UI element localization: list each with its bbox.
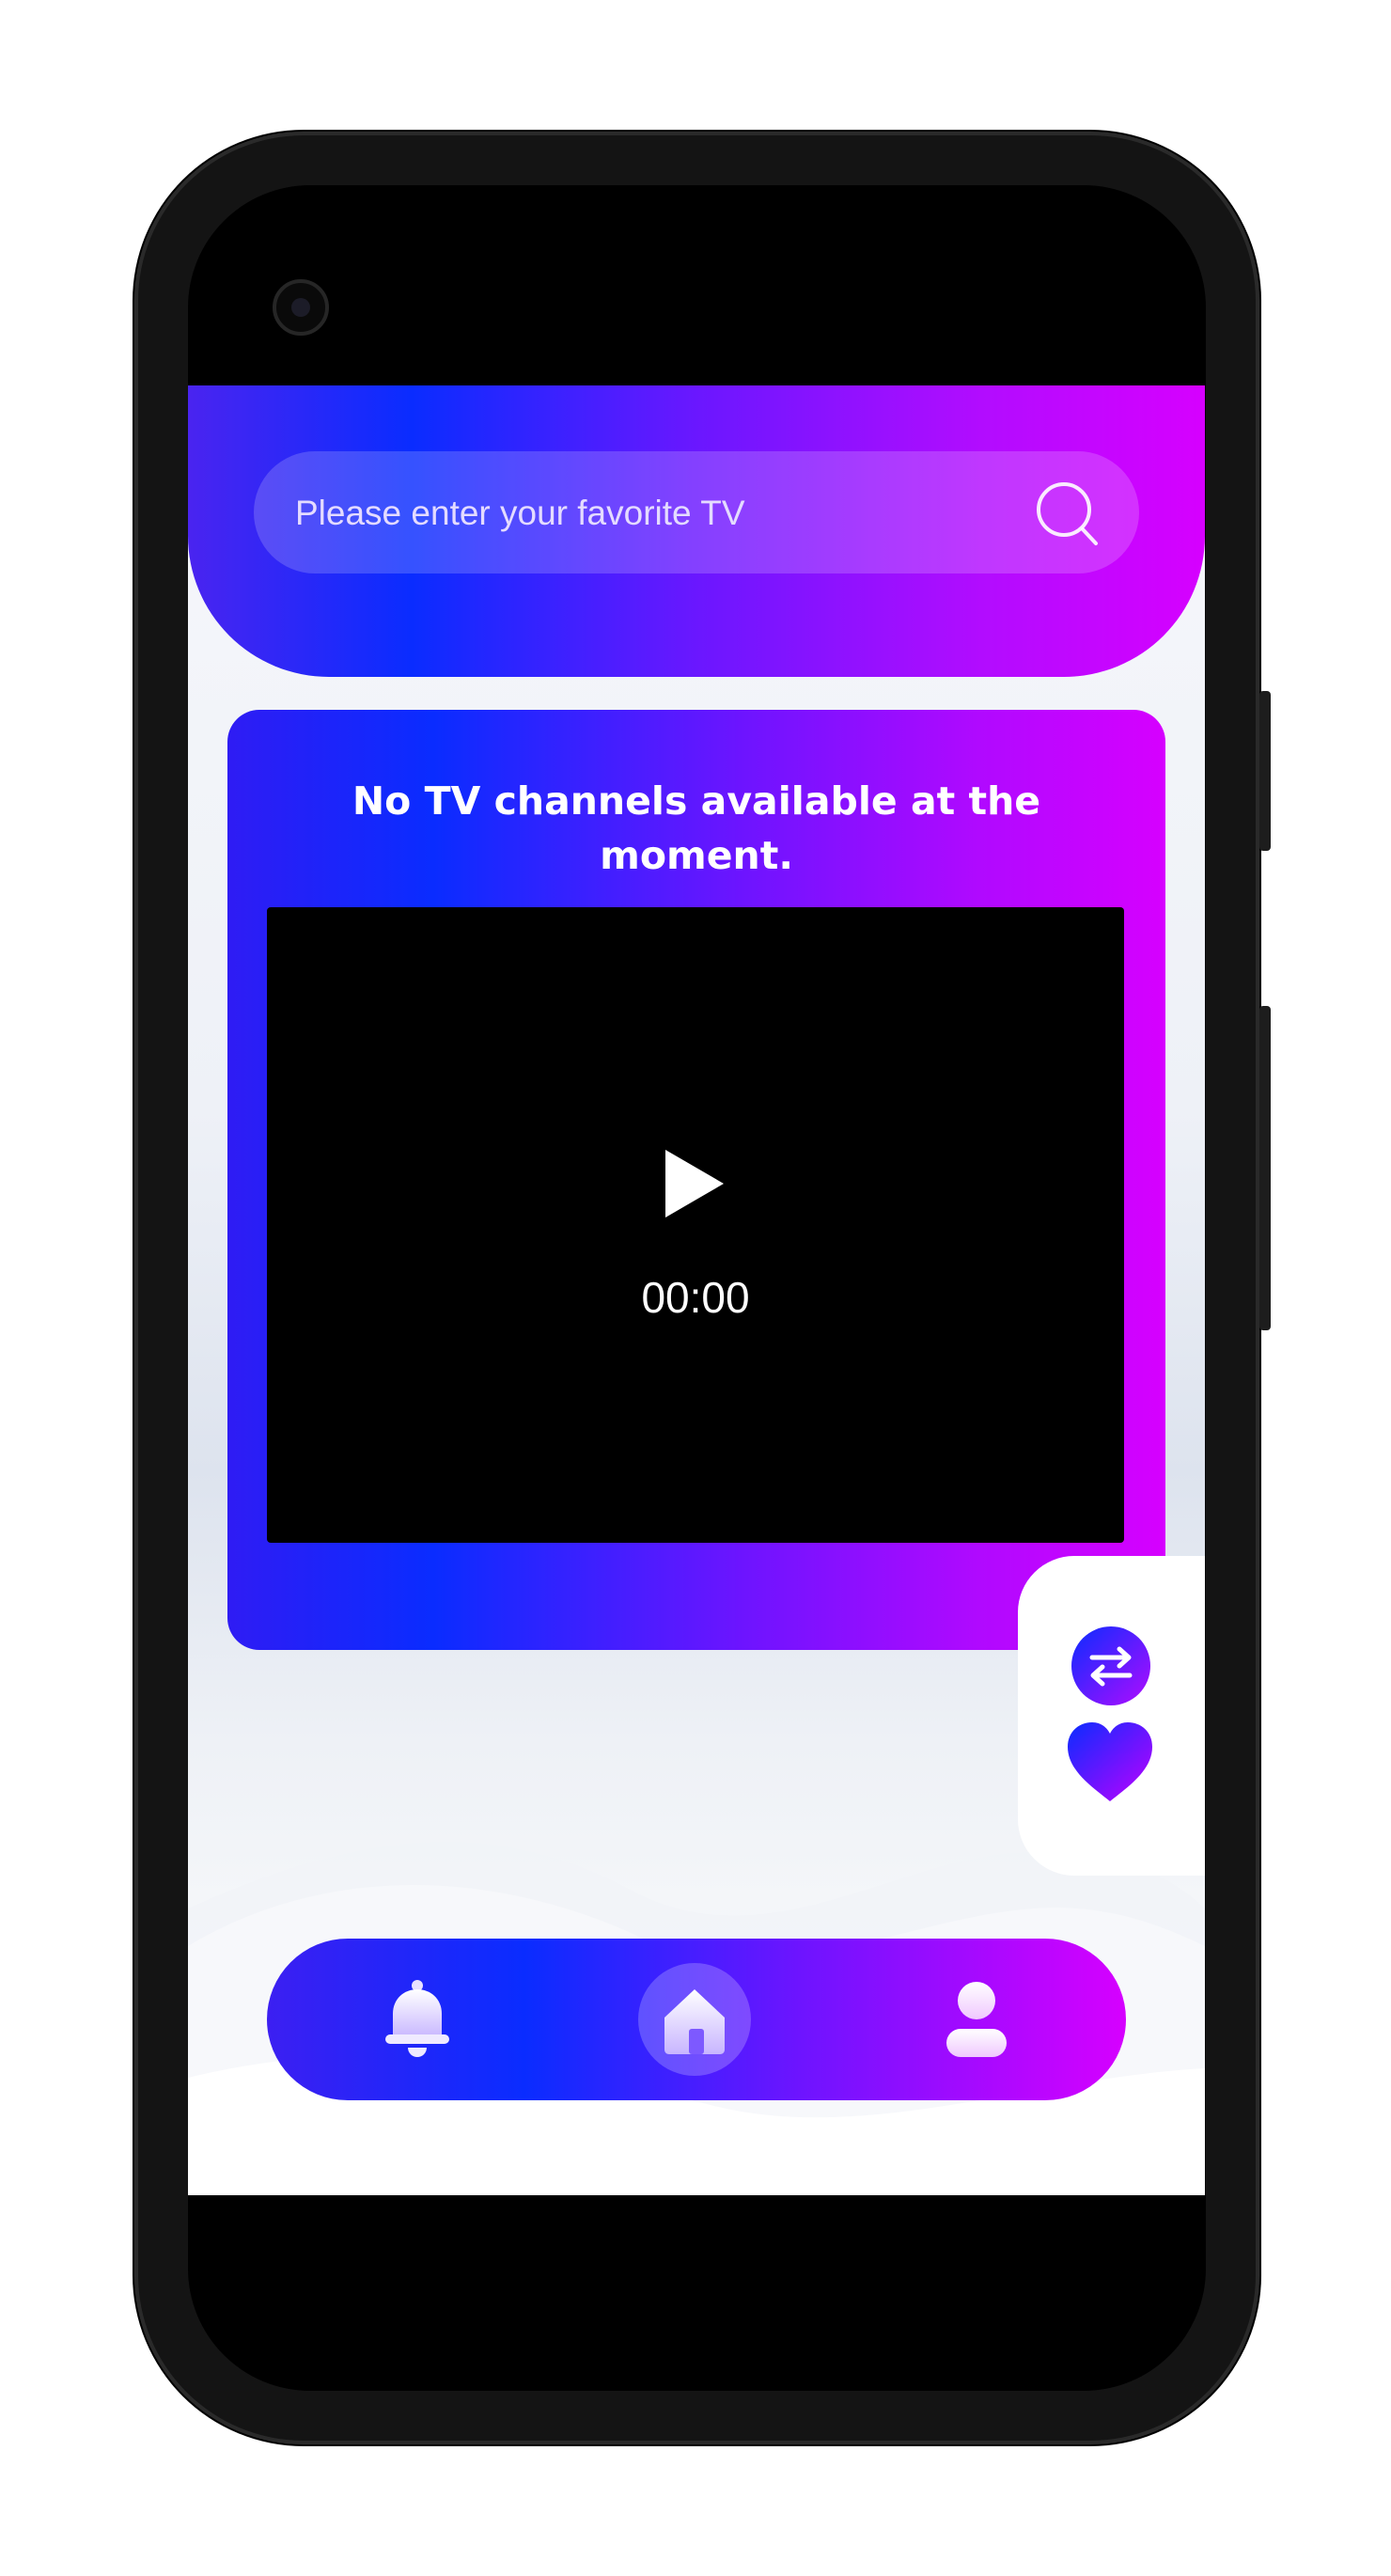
bottom-nav [267,1939,1126,2100]
nav-notifications[interactable] [342,1939,492,2100]
floating-actions [1018,1556,1205,1876]
volume-button [1259,1006,1271,1330]
nav-home[interactable] [619,1939,770,2100]
search-bar[interactable] [254,451,1139,575]
video-player[interactable]: 00:00 [267,907,1124,1543]
header [188,385,1205,677]
camera-icon [273,279,329,336]
power-button [1259,691,1271,851]
player-card: No TV channels available at the moment. … [227,710,1165,1650]
bell-icon [385,1980,449,2057]
search-icon[interactable] [1032,478,1103,549]
no-channels-message: No TV channels available at the moment. [352,778,1041,878]
swap-icon[interactable] [1071,1626,1150,1705]
nav-profile[interactable] [901,1939,1052,2100]
playback-time: 00:00 [641,1273,750,1322]
home-icon [664,1989,725,2054]
search-input[interactable] [293,451,1011,575]
user-icon [946,1982,1007,2057]
app-screen: No TV channels available at the moment. … [188,385,1205,2195]
play-icon[interactable] [665,1150,724,1217]
heart-icon[interactable] [1066,1720,1154,1803]
